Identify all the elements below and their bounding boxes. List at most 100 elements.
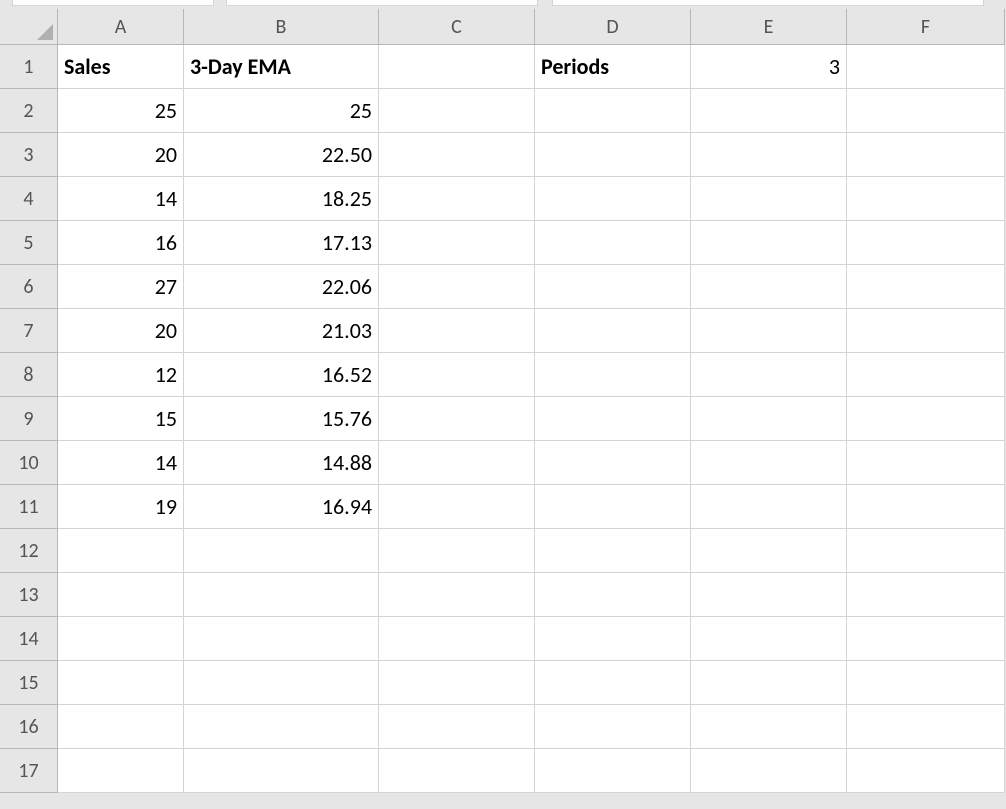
select-all-corner[interactable] — [0, 9, 58, 45]
cell-F1[interactable] — [847, 45, 1005, 89]
cell-F13[interactable] — [847, 573, 1005, 617]
cell-F10[interactable] — [847, 441, 1005, 485]
cell-F5[interactable] — [847, 221, 1005, 265]
cell-A10[interactable]: 14 — [58, 441, 184, 485]
row-header-3[interactable]: 3 — [0, 133, 58, 177]
row-header-12[interactable]: 12 — [0, 529, 58, 573]
cell-C3[interactable] — [379, 133, 535, 177]
cell-A7[interactable]: 20 — [58, 309, 184, 353]
row-header-17[interactable]: 17 — [0, 749, 58, 793]
cell-F9[interactable] — [847, 397, 1005, 441]
cell-D9[interactable] — [535, 397, 691, 441]
cell-A6[interactable]: 27 — [58, 265, 184, 309]
cell-F2[interactable] — [847, 89, 1005, 133]
cell-A17[interactable] — [58, 749, 184, 793]
row-header-2[interactable]: 2 — [0, 89, 58, 133]
cell-B12[interactable] — [184, 529, 379, 573]
row-header-1[interactable]: 1 — [0, 45, 58, 89]
cell-D7[interactable] — [535, 309, 691, 353]
column-header-D[interactable]: D — [535, 9, 691, 45]
cell-B13[interactable] — [184, 573, 379, 617]
cell-E15[interactable] — [691, 661, 847, 705]
cell-C11[interactable] — [379, 485, 535, 529]
cell-B14[interactable] — [184, 617, 379, 661]
cell-E10[interactable] — [691, 441, 847, 485]
row-header-15[interactable]: 15 — [0, 661, 58, 705]
cell-D4[interactable] — [535, 177, 691, 221]
cell-F11[interactable] — [847, 485, 1005, 529]
cell-F8[interactable] — [847, 353, 1005, 397]
cell-B6[interactable]: 22.06 — [184, 265, 379, 309]
cell-D15[interactable] — [535, 661, 691, 705]
cell-B4[interactable]: 18.25 — [184, 177, 379, 221]
cell-C9[interactable] — [379, 397, 535, 441]
cell-F7[interactable] — [847, 309, 1005, 353]
cell-F14[interactable] — [847, 617, 1005, 661]
row-header-5[interactable]: 5 — [0, 221, 58, 265]
cell-A13[interactable] — [58, 573, 184, 617]
cell-B1[interactable]: 3-Day EMA — [184, 45, 379, 89]
row-header-7[interactable]: 7 — [0, 309, 58, 353]
cell-A2[interactable]: 25 — [58, 89, 184, 133]
cell-A3[interactable]: 20 — [58, 133, 184, 177]
cell-F6[interactable] — [847, 265, 1005, 309]
cell-D13[interactable] — [535, 573, 691, 617]
row-header-13[interactable]: 13 — [0, 573, 58, 617]
cell-B10[interactable]: 14.88 — [184, 441, 379, 485]
row-header-11[interactable]: 11 — [0, 485, 58, 529]
cell-E16[interactable] — [691, 705, 847, 749]
cell-B8[interactable]: 16.52 — [184, 353, 379, 397]
spreadsheet-grid[interactable]: A B C D E F 1 Sales 3-Day EMA Periods 3 … — [0, 9, 1006, 793]
row-header-16[interactable]: 16 — [0, 705, 58, 749]
cell-A11[interactable]: 19 — [58, 485, 184, 529]
cell-E6[interactable] — [691, 265, 847, 309]
cell-D5[interactable] — [535, 221, 691, 265]
row-header-4[interactable]: 4 — [0, 177, 58, 221]
cell-E4[interactable] — [691, 177, 847, 221]
row-header-9[interactable]: 9 — [0, 397, 58, 441]
cell-E2[interactable] — [691, 89, 847, 133]
cell-E12[interactable] — [691, 529, 847, 573]
column-header-B[interactable]: B — [184, 9, 379, 45]
cell-D12[interactable] — [535, 529, 691, 573]
row-header-14[interactable]: 14 — [0, 617, 58, 661]
cell-F16[interactable] — [847, 705, 1005, 749]
cell-D1[interactable]: Periods — [535, 45, 691, 89]
cell-A16[interactable] — [58, 705, 184, 749]
cell-D16[interactable] — [535, 705, 691, 749]
cell-A4[interactable]: 14 — [58, 177, 184, 221]
cell-E13[interactable] — [691, 573, 847, 617]
cell-C6[interactable] — [379, 265, 535, 309]
cell-D2[interactable] — [535, 89, 691, 133]
cell-F3[interactable] — [847, 133, 1005, 177]
cell-B16[interactable] — [184, 705, 379, 749]
cell-E3[interactable] — [691, 133, 847, 177]
cell-C1[interactable] — [379, 45, 535, 89]
cell-B5[interactable]: 17.13 — [184, 221, 379, 265]
cell-D17[interactable] — [535, 749, 691, 793]
cell-E14[interactable] — [691, 617, 847, 661]
cell-C7[interactable] — [379, 309, 535, 353]
column-header-E[interactable]: E — [691, 9, 847, 45]
cell-C4[interactable] — [379, 177, 535, 221]
cell-B11[interactable]: 16.94 — [184, 485, 379, 529]
cell-E7[interactable] — [691, 309, 847, 353]
cell-C2[interactable] — [379, 89, 535, 133]
cell-C15[interactable] — [379, 661, 535, 705]
cell-A12[interactable] — [58, 529, 184, 573]
cell-E9[interactable] — [691, 397, 847, 441]
cell-B3[interactable]: 22.50 — [184, 133, 379, 177]
cell-C5[interactable] — [379, 221, 535, 265]
column-header-F[interactable]: F — [847, 9, 1005, 45]
cell-D3[interactable] — [535, 133, 691, 177]
row-header-6[interactable]: 6 — [0, 265, 58, 309]
cell-B15[interactable] — [184, 661, 379, 705]
cell-B17[interactable] — [184, 749, 379, 793]
cell-D8[interactable] — [535, 353, 691, 397]
column-header-A[interactable]: A — [58, 9, 184, 45]
cell-A9[interactable]: 15 — [58, 397, 184, 441]
cell-C16[interactable] — [379, 705, 535, 749]
cell-E8[interactable] — [691, 353, 847, 397]
cell-A14[interactable] — [58, 617, 184, 661]
cell-E11[interactable] — [691, 485, 847, 529]
